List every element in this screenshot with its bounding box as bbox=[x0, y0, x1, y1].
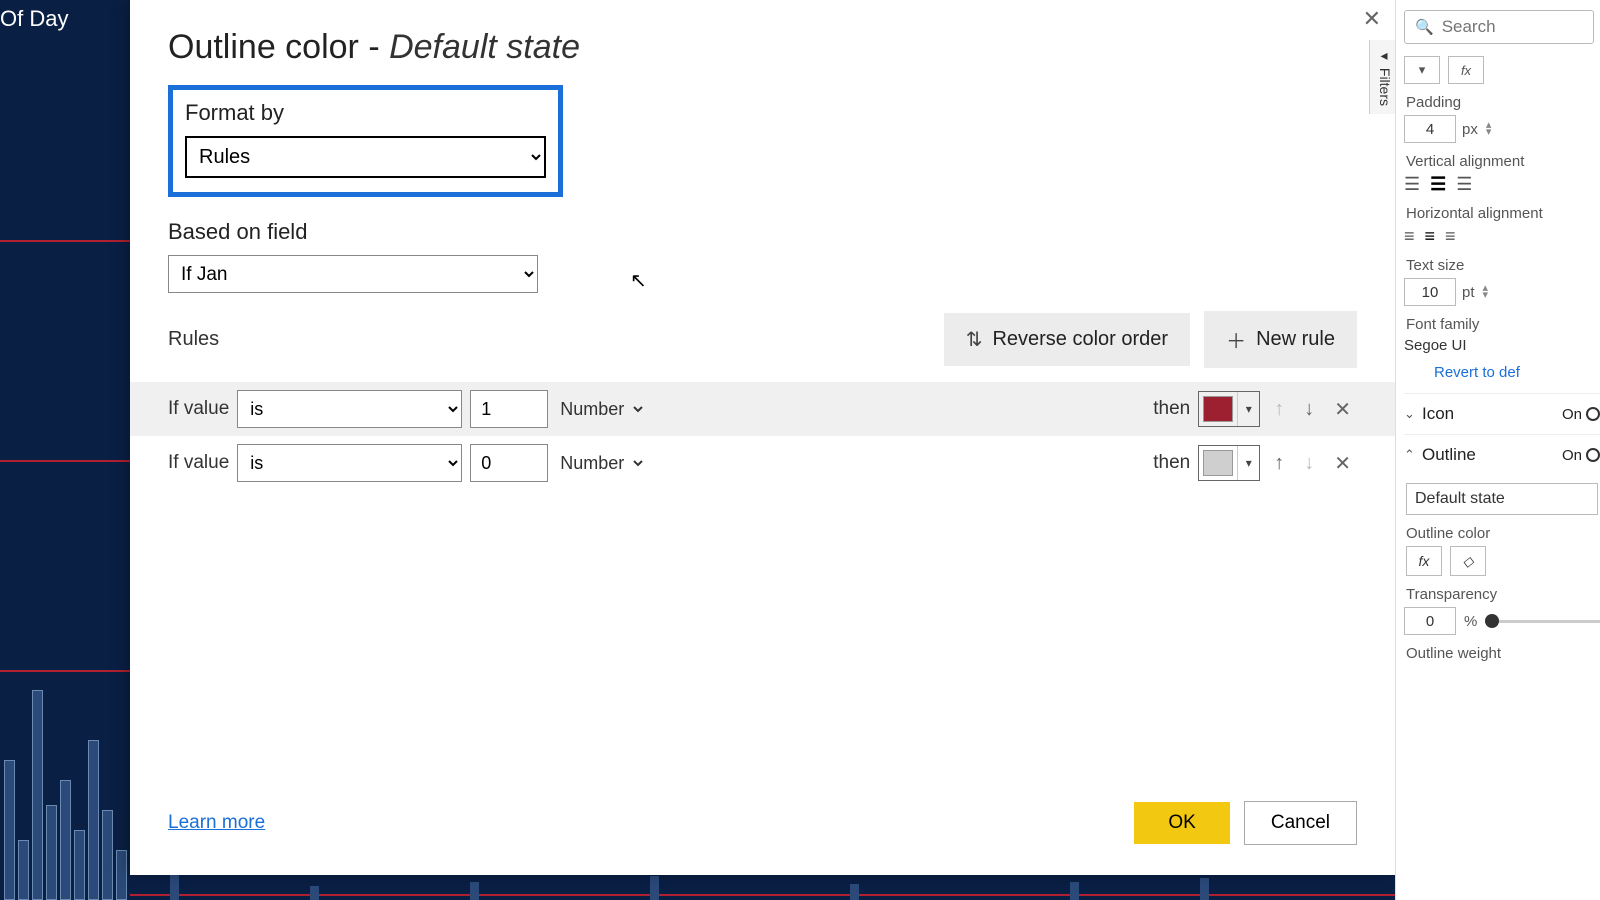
close-icon[interactable]: ✕ bbox=[1363, 6, 1381, 32]
rule-row: If value is Number then ▾ ↑ ↓ ✕ bbox=[168, 436, 1357, 490]
icon-accordion[interactable]: ⌄ Icon On bbox=[1404, 393, 1600, 434]
rules-list: If value is Number then ▾ ↑ ↓ ✕ If value… bbox=[130, 382, 1395, 490]
outline-accordion[interactable]: ⌃ Outline On bbox=[1404, 434, 1600, 475]
learn-more-link[interactable]: Learn more bbox=[168, 812, 265, 834]
fontfam-value[interactable]: Segoe UI bbox=[1404, 337, 1467, 354]
title-prefix: Outline color - bbox=[168, 28, 389, 66]
valign-top-icon[interactable]: ☰ bbox=[1404, 174, 1420, 195]
plus-icon: ＋ bbox=[1226, 325, 1246, 354]
outline-weight-label: Outline weight bbox=[1406, 645, 1600, 662]
move-down-icon[interactable]: ↓ bbox=[1298, 398, 1320, 421]
then-label: then bbox=[1153, 398, 1190, 420]
report-subtitle: Of Day bbox=[0, 0, 68, 32]
erase-button[interactable]: ◇ bbox=[1450, 546, 1486, 576]
toggle-switch[interactable] bbox=[1586, 407, 1600, 421]
chevron-down-icon: ▾ bbox=[1237, 392, 1259, 426]
icon-label: Icon bbox=[1422, 404, 1562, 424]
reverse-label: Reverse color order bbox=[992, 328, 1168, 351]
outline-label: Outline bbox=[1422, 445, 1562, 465]
halign-label: Horizontal alignment bbox=[1406, 205, 1600, 222]
then-label: then bbox=[1153, 452, 1190, 474]
reverse-color-order-button[interactable]: ⇅ Reverse color order bbox=[944, 313, 1190, 366]
search-input[interactable] bbox=[1442, 17, 1583, 37]
filters-label: Filters bbox=[1377, 68, 1393, 106]
fx-button[interactable]: fx bbox=[1448, 56, 1484, 84]
filters-pane-tab[interactable]: ◂ Filters bbox=[1369, 40, 1395, 114]
search-icon: 🔍 bbox=[1415, 18, 1434, 36]
color-swatch bbox=[1203, 450, 1233, 476]
ok-button[interactable]: OK bbox=[1134, 802, 1229, 844]
color-swatch bbox=[1203, 396, 1233, 422]
valign-label: Vertical alignment bbox=[1406, 153, 1600, 170]
move-up-icon[interactable]: ↑ bbox=[1268, 452, 1290, 475]
rule-color-picker[interactable]: ▾ bbox=[1198, 391, 1260, 427]
rules-label: Rules bbox=[168, 328, 219, 351]
transparency-value[interactable]: 0 bbox=[1404, 607, 1456, 635]
swap-icon: ⇅ bbox=[966, 327, 983, 352]
state-select[interactable]: Default state bbox=[1406, 483, 1598, 515]
title-state: Default state bbox=[389, 28, 580, 66]
fontfam-label: Font family bbox=[1406, 316, 1600, 333]
halign-left-icon[interactable]: ≡ bbox=[1404, 226, 1415, 247]
rule-value-input[interactable] bbox=[470, 390, 548, 428]
toggle-switch[interactable] bbox=[1586, 448, 1600, 462]
rule-type-select[interactable]: Number bbox=[556, 444, 646, 482]
move-down-icon[interactable]: ↓ bbox=[1298, 452, 1320, 475]
rule-operator-select[interactable]: is bbox=[237, 444, 462, 482]
format-by-select[interactable]: Rules bbox=[185, 136, 546, 178]
move-up-icon[interactable]: ↑ bbox=[1268, 398, 1290, 421]
outline-state: On bbox=[1562, 447, 1582, 464]
textsize-value[interactable]: 10 bbox=[1404, 278, 1456, 306]
search-box[interactable]: 🔍 bbox=[1404, 10, 1594, 44]
dropdown-button[interactable]: ▾ bbox=[1404, 56, 1440, 84]
textsize-unit: pt bbox=[1462, 284, 1475, 301]
rule-color-picker[interactable]: ▾ bbox=[1198, 445, 1260, 481]
transparency-label: Transparency bbox=[1406, 586, 1600, 603]
conditional-formatting-dialog: ✕ Outline color - Default state Format b… bbox=[130, 0, 1395, 875]
rule-row: If value is Number then ▾ ↑ ↓ ✕ bbox=[130, 382, 1395, 436]
outline-color-label: Outline color bbox=[1406, 525, 1600, 542]
if-value-label: If value bbox=[168, 452, 229, 474]
based-on-field-label: Based on field bbox=[168, 219, 1357, 245]
cancel-button[interactable]: Cancel bbox=[1244, 801, 1357, 845]
expand-icon: ◂ bbox=[1377, 48, 1393, 64]
chevron-up-icon: ⌃ bbox=[1404, 447, 1422, 463]
transparency-slider[interactable] bbox=[1485, 620, 1600, 623]
icon-state: On bbox=[1562, 406, 1582, 423]
background-bars-left bbox=[0, 70, 130, 900]
stepper-icon[interactable]: ▴▾ bbox=[1486, 122, 1492, 136]
chevron-down-icon: ⌄ bbox=[1404, 406, 1422, 422]
rule-operator-select[interactable]: is bbox=[237, 390, 462, 428]
valign-bottom-icon[interactable]: ☰ bbox=[1456, 174, 1472, 195]
padding-unit: px bbox=[1462, 121, 1478, 138]
stepper-icon[interactable]: ▴▾ bbox=[1483, 285, 1489, 299]
valign-mid-icon[interactable]: ☰ bbox=[1430, 174, 1446, 195]
halign-right-icon[interactable]: ≡ bbox=[1445, 226, 1456, 247]
halign-center-icon[interactable]: ≡ bbox=[1425, 226, 1436, 247]
revert-to-default-link[interactable]: Revert to def bbox=[1434, 364, 1600, 381]
rule-value-input[interactable] bbox=[470, 444, 548, 482]
textsize-label: Text size bbox=[1406, 257, 1600, 274]
if-value-label: If value bbox=[168, 398, 229, 420]
delete-rule-icon[interactable]: ✕ bbox=[1328, 451, 1357, 476]
new-rule-label: New rule bbox=[1256, 328, 1335, 351]
format-by-group: Format by Rules bbox=[168, 85, 563, 197]
fx-button[interactable]: fx bbox=[1406, 546, 1442, 576]
chevron-down-icon: ▾ bbox=[1237, 446, 1259, 480]
transparency-unit: % bbox=[1464, 613, 1477, 630]
format-by-label: Format by bbox=[185, 100, 546, 126]
delete-rule-icon[interactable]: ✕ bbox=[1328, 397, 1357, 422]
dialog-title: Outline color - Default state bbox=[130, 0, 1395, 85]
padding-label: Padding bbox=[1406, 94, 1600, 111]
padding-value[interactable]: 4 bbox=[1404, 115, 1456, 143]
rule-type-select[interactable]: Number bbox=[556, 390, 646, 428]
new-rule-button[interactable]: ＋ New rule bbox=[1204, 311, 1357, 368]
based-on-field-select[interactable]: If Jan bbox=[168, 255, 538, 293]
format-pane: 🔍 ▾ fx Padding 4 px ▴▾ Vertical alignmen… bbox=[1395, 0, 1600, 900]
